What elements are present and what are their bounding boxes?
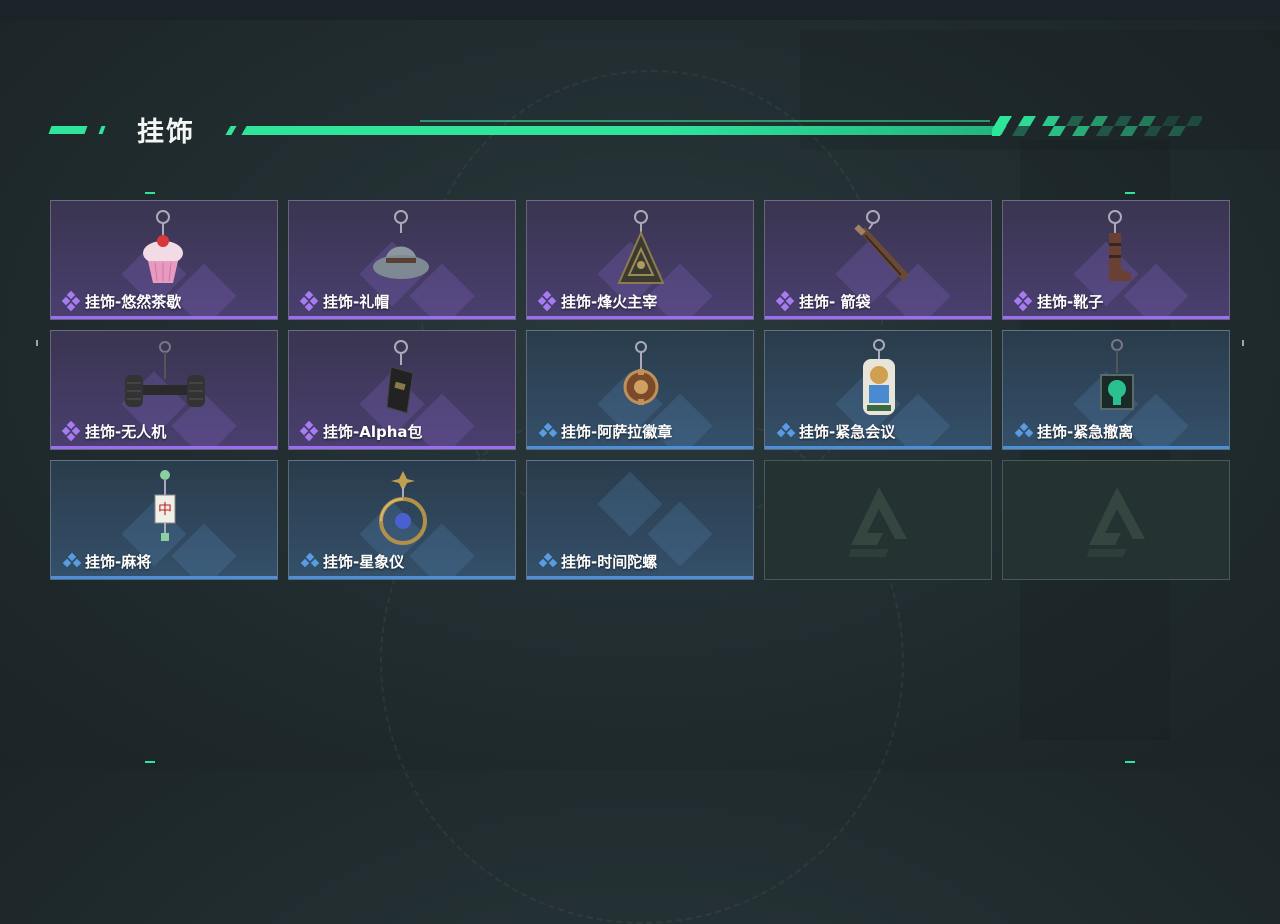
corner-tick — [1125, 192, 1135, 194]
empty-slot-logo-icon — [849, 487, 907, 557]
drone-wheels-charm-icon — [125, 341, 205, 407]
header-checker-pattern — [992, 116, 1202, 136]
rarity-bar — [51, 576, 277, 579]
charm-name: 挂饰-麻将 — [85, 552, 152, 571]
purple-rarity-icon — [61, 291, 81, 311]
exit-sign-charm-icon — [1100, 339, 1134, 410]
charm-name-row: 挂饰-紧急会议 — [775, 421, 895, 441]
rarity-bar — [1003, 316, 1229, 319]
header-thin-line — [420, 120, 990, 122]
rarity-bar — [765, 446, 991, 449]
header-accent — [48, 126, 88, 134]
charm-name-row: 挂饰-星象仪 — [299, 551, 404, 571]
charm-name: 挂饰-紧急会议 — [799, 422, 896, 441]
side-marker — [1236, 340, 1244, 346]
charm-card[interactable]: 挂饰-礼帽 — [288, 200, 516, 320]
rarity-bar — [51, 446, 277, 449]
boot-charm-icon — [1108, 210, 1131, 281]
charm-name: 挂饰-靴子 — [1037, 292, 1104, 311]
blue-rarity-icon — [538, 552, 558, 568]
blue-rarity-icon — [62, 552, 82, 568]
charm-name-row: 挂饰-靴子 — [1013, 291, 1103, 311]
meeting-figure-charm-icon — [863, 339, 895, 415]
purple-rarity-icon — [299, 291, 319, 311]
rarity-bar — [765, 316, 991, 319]
rarity-bar — [527, 446, 753, 449]
charm-card[interactable]: 挂饰-悠然茶歇 — [50, 200, 278, 320]
rarity-bar — [51, 316, 277, 319]
svg-text:中: 中 — [158, 502, 172, 518]
charm-card[interactable]: 挂饰-时间陀螺 — [526, 460, 754, 580]
charm-grid: 挂饰-悠然茶歇 挂饰-礼帽 挂饰-烽火主宰 挂饰- 箭袋 挂饰-靴子 挂饰-无人… — [50, 200, 1230, 580]
rarity-bar — [289, 316, 515, 319]
top-bar — [0, 0, 1280, 20]
charm-name: 挂饰-星象仪 — [323, 552, 405, 571]
purple-rarity-icon — [1013, 291, 1033, 311]
charm-card[interactable]: 挂饰-紧急撤离 — [1002, 330, 1230, 450]
charm-name-row: 挂饰-烽火主宰 — [537, 291, 657, 311]
hat-charm-icon — [373, 210, 429, 279]
purple-rarity-icon — [775, 291, 795, 311]
charm-card[interactable]: 挂饰-Alpha包 — [288, 330, 516, 450]
purple-rarity-icon — [299, 421, 319, 441]
charm-name: 挂饰-紧急撤离 — [1037, 422, 1134, 441]
charm-name-row: 挂饰-麻将 — [61, 551, 151, 571]
charm-name: 挂饰-时间陀螺 — [561, 552, 658, 571]
blue-rarity-icon — [300, 552, 320, 568]
cupcake-charm-icon — [143, 210, 183, 283]
charm-card[interactable]: 中 挂饰-麻将 — [50, 460, 278, 580]
rarity-bar — [289, 446, 515, 449]
astrolabe-charm-icon — [379, 471, 427, 545]
charm-name-row: 挂饰-无人机 — [61, 421, 166, 441]
charm-card[interactable]: 挂饰-阿萨拉徽章 — [526, 330, 754, 450]
blue-rarity-icon — [538, 422, 558, 438]
alpha-bag-charm-icon — [386, 340, 414, 414]
rarity-bar — [1003, 446, 1229, 449]
triangle-emblem-charm-icon — [617, 210, 665, 284]
charm-card[interactable]: 挂饰-烽火主宰 — [526, 200, 754, 320]
charm-name: 挂饰-阿萨拉徽章 — [561, 422, 673, 441]
blue-rarity-icon — [776, 422, 796, 438]
empty-slot — [1002, 460, 1230, 580]
corner-tick — [145, 761, 155, 763]
quiver-charm-icon — [854, 210, 909, 281]
header-line — [241, 126, 1007, 135]
charm-name-row: 挂饰-时间陀螺 — [537, 551, 657, 571]
charm-name-row: 挂饰- 箭袋 — [775, 291, 870, 311]
purple-rarity-icon — [537, 291, 557, 311]
charm-name-row: 挂饰-阿萨拉徽章 — [537, 421, 672, 441]
rarity-bar — [527, 316, 753, 319]
header-accent — [98, 126, 106, 134]
corner-tick — [1125, 761, 1135, 763]
charm-name: 挂饰-悠然茶歇 — [85, 292, 182, 311]
purple-rarity-icon — [61, 421, 81, 441]
charm-name: 挂饰-礼帽 — [323, 292, 390, 311]
badge-charm-icon — [623, 341, 659, 405]
rarity-bar — [289, 576, 515, 579]
header-accent — [225, 126, 237, 135]
empty-slot-logo-icon — [1087, 487, 1145, 557]
section-header: 挂饰 — [0, 100, 1280, 160]
empty-slot — [764, 460, 992, 580]
mahjong-tile-charm-icon: 中 — [154, 470, 176, 541]
charm-name: 挂饰-烽火主宰 — [561, 292, 658, 311]
charm-name-row: 挂饰-悠然茶歇 — [61, 291, 181, 311]
page-title: 挂饰 — [137, 117, 195, 148]
charm-card[interactable]: 挂饰-紧急会议 — [764, 330, 992, 450]
charm-card[interactable]: 挂饰- 箭袋 — [764, 200, 992, 320]
charm-card[interactable]: 挂饰-无人机 — [50, 330, 278, 450]
corner-tick — [145, 192, 155, 194]
side-marker — [36, 340, 44, 346]
rarity-bar — [527, 576, 753, 579]
charm-name-row: 挂饰-礼帽 — [299, 291, 389, 311]
charm-name: 挂饰-Alpha包 — [323, 422, 423, 441]
blue-rarity-icon — [1014, 422, 1034, 438]
charm-name: 挂饰-无人机 — [85, 422, 167, 441]
charm-name: 挂饰- 箭袋 — [799, 292, 871, 311]
charm-card[interactable]: 挂饰-靴子 — [1002, 200, 1230, 320]
charm-card[interactable]: 挂饰-星象仪 — [288, 460, 516, 580]
charm-name-row: 挂饰-Alpha包 — [299, 421, 423, 441]
charm-name-row: 挂饰-紧急撤离 — [1013, 421, 1133, 441]
